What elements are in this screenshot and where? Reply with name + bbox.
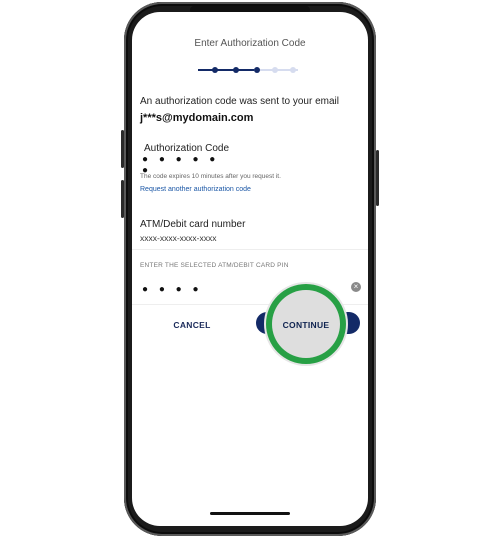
clear-icon[interactable]: × xyxy=(351,282,361,292)
code-expiry-note: The code expires 10 minutes after you re… xyxy=(140,173,281,180)
phone-power-button xyxy=(376,150,379,206)
request-new-code-link[interactable]: Request another authorization code xyxy=(140,186,251,193)
masked-email: j***s@mydomain.com xyxy=(140,112,254,124)
cancel-button[interactable]: CANCEL xyxy=(160,318,224,332)
phone-side-button xyxy=(121,180,124,218)
progress-step-3 xyxy=(254,67,260,73)
app-screen: Enter Authorization Code An authorizatio… xyxy=(132,12,368,526)
auth-code-label: Authorization Code xyxy=(144,143,230,154)
progress-stepper xyxy=(198,65,298,75)
card-number-value: xxxx-xxxx-xxxx-xxxx xyxy=(140,233,217,243)
phone-side-button xyxy=(121,130,124,168)
card-number-label: ATM/Debit card number xyxy=(140,219,246,230)
pin-input[interactable]: ● ● ● ● xyxy=(142,284,222,295)
divider xyxy=(132,249,368,250)
page-title: Enter Authorization Code xyxy=(194,38,306,49)
progress-step-2 xyxy=(233,67,239,73)
continue-button[interactable]: CONTINUE xyxy=(272,318,340,332)
progress-step-1 xyxy=(212,67,218,73)
progress-step-4 xyxy=(272,67,278,73)
pin-input-placeholder: ENTER THE SELECTED ATM/DEBIT CARD PIN xyxy=(140,262,289,269)
progress-line-complete xyxy=(198,69,254,71)
progress-step-5 xyxy=(290,67,296,73)
code-sent-message: An authorization code was sent to your e… xyxy=(140,96,339,107)
home-indicator xyxy=(210,512,290,515)
